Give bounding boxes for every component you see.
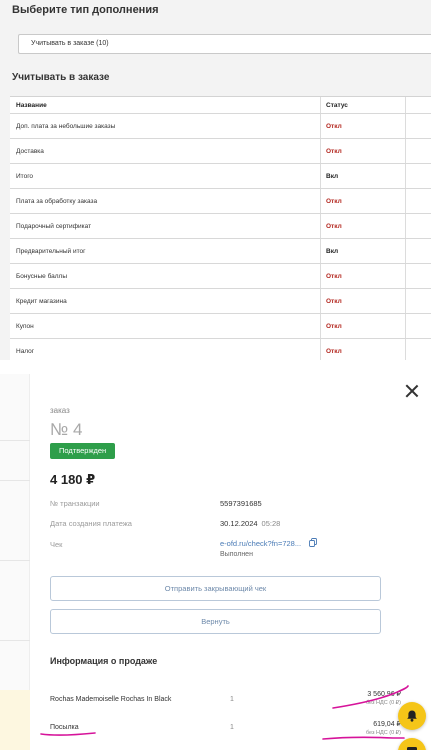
extensions-table: Название Статус Доп. плата за небольшие … [10, 96, 431, 364]
transaction-value: 5597391685 [220, 499, 262, 508]
admin-panel: Выберите тип дополнения Учитывать в зака… [0, 0, 431, 364]
divider [0, 360, 431, 374]
order-label: заказ [50, 406, 70, 415]
table-row[interactable]: Кредит магазина Откл [10, 289, 431, 314]
row-status: Вкл [326, 173, 339, 180]
row-status: Вкл [326, 248, 339, 255]
row-status: Откл [326, 123, 342, 130]
table-row[interactable]: Доп. плата за небольшие заказы Откл [10, 114, 431, 139]
order-number: № 4 [50, 420, 83, 439]
table-row[interactable]: Доставка Откл [10, 139, 431, 164]
created-value: 30.12.2024 05:28 [220, 519, 280, 528]
table-row[interactable]: Плата за обработку заказа Откл [10, 189, 431, 214]
close-icon[interactable] [403, 382, 421, 400]
chat-button[interactable] [398, 738, 426, 750]
background-divider [0, 440, 30, 441]
table-row[interactable]: Подарочный сертификат Откл [10, 214, 431, 239]
page-heading: Выберите тип дополнения [12, 4, 159, 16]
row-status: Откл [326, 198, 342, 205]
send-closing-receipt-button[interactable]: Отправить закрывающий чек [50, 576, 381, 601]
background-divider [0, 640, 30, 641]
row-name: Налог [16, 348, 35, 355]
row-name: Кредит магазина [16, 298, 67, 305]
table-row[interactable]: Бонусные баллы Откл [10, 264, 431, 289]
section-title: Учитывать в заказе [12, 72, 110, 83]
copy-icon[interactable] [309, 538, 317, 547]
receipt-label: Чек [50, 540, 63, 549]
item-price: 619,04 ₽ [373, 721, 401, 728]
item-name: Посылка [50, 724, 79, 731]
receipt-status: Выполнен [220, 551, 253, 558]
item-qty: 1 [230, 724, 234, 731]
row-status: Откл [326, 223, 342, 230]
column-name-header: Название [16, 102, 47, 109]
row-status: Откл [326, 273, 342, 280]
extension-type-select[interactable]: Учитывать в заказе (10) [18, 34, 431, 54]
item-name: Rochas Mademoiselle Rochas In Black [50, 696, 172, 703]
receipt-link[interactable]: e-ofd.ru/check?fn=728... [220, 539, 301, 548]
row-name: Купон [16, 323, 34, 330]
table-header: Название Статус [10, 97, 431, 114]
row-name: Плата за обработку заказа [16, 198, 98, 205]
column-status-header: Статус [326, 102, 348, 109]
row-name: Подарочный сертификат [16, 223, 92, 230]
refund-button[interactable]: Вернуть [50, 609, 381, 634]
row-status: Откл [326, 148, 342, 155]
row-name: Бонусные баллы [16, 273, 68, 280]
item-vat: без НДС (0 ₽) [365, 730, 401, 736]
status-badge: Подтвержден [50, 443, 116, 459]
background-divider [0, 560, 30, 561]
row-status: Откл [326, 348, 342, 355]
created-date: 30.12.2024 [220, 519, 258, 528]
order-details-modal: заказ № 4 Подтвержден 4 180 ₽ № транзакц… [30, 374, 431, 750]
item-price: 3 560,96 ₽ [367, 691, 401, 698]
background-divider [0, 480, 30, 481]
row-status: Откл [326, 298, 342, 305]
table-row[interactable]: Купон Откл [10, 314, 431, 339]
sale-info-title: Информация о продаже [50, 656, 158, 666]
row-name: Итого [16, 173, 34, 180]
notifications-button[interactable] [398, 702, 426, 730]
transaction-label: № транзакции [50, 499, 100, 508]
item-vat: без НДС (0 ₽) [365, 700, 401, 706]
row-name: Предварительный итог [16, 248, 86, 255]
row-name: Доп. плата за небольшие заказы [16, 123, 116, 130]
item-qty: 1 [230, 696, 234, 703]
select-value: Учитывать в заказе (10) [31, 40, 109, 47]
row-status: Откл [326, 323, 342, 330]
background-highlight [0, 690, 30, 750]
created-time: 05:28 [261, 519, 281, 528]
chat-icon [407, 747, 417, 750]
bell-icon [407, 710, 417, 722]
created-label: Дата создания платежа [50, 519, 132, 528]
table-row[interactable]: Предварительный итог Вкл [10, 239, 431, 264]
table-row[interactable]: Итого Вкл [10, 164, 431, 189]
row-name: Доставка [16, 148, 44, 155]
order-amount: 4 180 ₽ [50, 472, 96, 487]
